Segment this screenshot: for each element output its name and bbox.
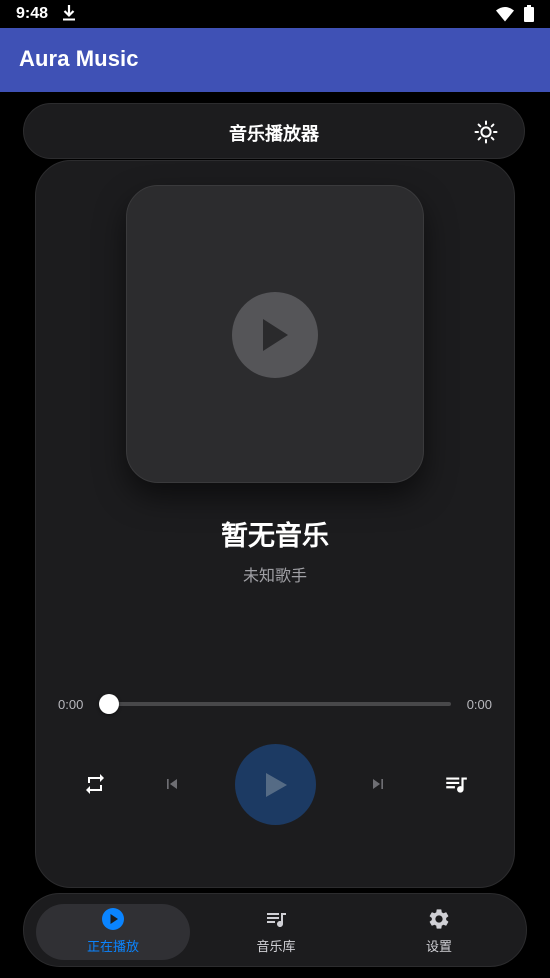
status-time: 9:48 bbox=[16, 5, 49, 22]
repeat-icon bbox=[86, 774, 104, 794]
bottom-nav: 正在播放 音乐库 设置 bbox=[23, 893, 527, 967]
app-title: Aura Music bbox=[19, 46, 139, 71]
player-header-title: 音乐播放器 bbox=[229, 124, 319, 145]
nav-settings[interactable]: 设置 bbox=[362, 904, 516, 960]
previous-button[interactable] bbox=[159, 770, 185, 798]
battery-icon bbox=[524, 5, 534, 22]
song-artist: 未知歌手 bbox=[242, 566, 307, 585]
queue-music-icon bbox=[446, 777, 467, 793]
nav-settings-label: 设置 bbox=[425, 940, 452, 955]
download-icon bbox=[63, 5, 75, 21]
player-header: 音乐播放器 bbox=[23, 103, 525, 159]
nav-now-playing[interactable]: 正在播放 bbox=[36, 904, 190, 960]
nav-library-label: 音乐库 bbox=[256, 940, 296, 955]
play-icon bbox=[263, 319, 288, 351]
status-bar: 9:48 bbox=[0, 0, 550, 28]
song-title: 暂无音乐 bbox=[221, 521, 329, 552]
skip-previous-icon bbox=[167, 779, 177, 789]
play-circle-icon bbox=[102, 908, 124, 930]
status-indicators bbox=[496, 5, 534, 22]
sun-icon[interactable] bbox=[474, 120, 498, 144]
play-icon bbox=[265, 772, 287, 797]
album-art[interactable] bbox=[126, 185, 424, 483]
library-music-icon bbox=[267, 913, 286, 927]
repeat-button[interactable] bbox=[79, 768, 111, 800]
play-button[interactable] bbox=[235, 744, 316, 825]
current-time: 0:00 bbox=[58, 697, 84, 712]
total-time: 0:00 bbox=[466, 697, 492, 712]
queue-button[interactable] bbox=[440, 768, 472, 800]
gear-icon bbox=[429, 909, 449, 929]
next-button[interactable] bbox=[365, 770, 391, 798]
album-art-play-button[interactable] bbox=[232, 292, 318, 378]
progress-thumb[interactable] bbox=[99, 694, 119, 714]
nav-library[interactable]: 音乐库 bbox=[199, 904, 353, 960]
app-bar: Aura Music bbox=[0, 28, 550, 92]
nav-now-playing-label: 正在播放 bbox=[86, 940, 139, 955]
progress-bar[interactable] bbox=[108, 702, 451, 706]
wifi-icon bbox=[496, 6, 514, 21]
skip-next-icon bbox=[373, 779, 383, 789]
